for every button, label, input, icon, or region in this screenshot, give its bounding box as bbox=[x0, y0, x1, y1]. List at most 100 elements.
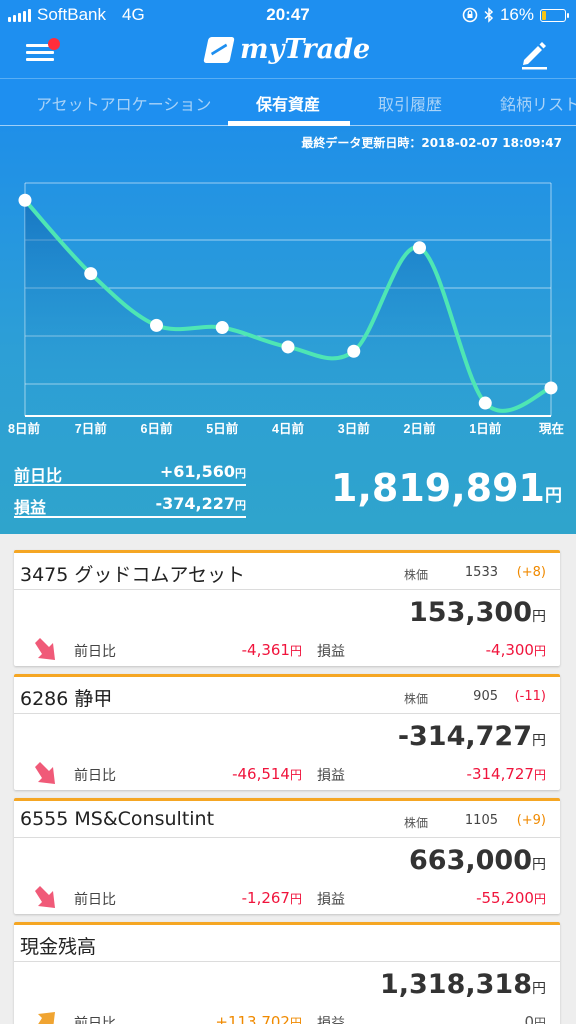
cash-balance-card[interactable]: 現金残高 1,318,318円 前日比 +113,702円 損益 0円 bbox=[14, 922, 560, 1024]
day-change-wrap: -1,267円 bbox=[242, 889, 302, 907]
profit-label: 損益 bbox=[317, 1016, 345, 1024]
stock-price: 905 bbox=[473, 689, 498, 704]
portfolio-chart-panel: 最終データ更新日時：2018-02-07 18:09:47 8日前 7日前 6日前 5… bbox=[0, 126, 576, 534]
day-change-label: 前日比 bbox=[74, 644, 116, 660]
price-label: 株価 bbox=[404, 692, 429, 706]
battery-level bbox=[542, 10, 546, 20]
chart-point[interactable] bbox=[413, 241, 426, 255]
down-arrow-icon bbox=[35, 762, 55, 784]
profit-label: 損益 bbox=[317, 768, 345, 784]
tab-asset-allocation[interactable]: アセットアロケーション bbox=[36, 91, 211, 115]
holding-value: 1,318,318 bbox=[379, 969, 532, 1000]
card-divider bbox=[14, 589, 560, 590]
asset-line-chart: 8日前 7日前 6日前 5日前 4日前 3日前 2日前 1日前 現在 bbox=[8, 182, 564, 436]
summary-block: 前日比 +61,560円 損益 -374,227円 bbox=[14, 458, 246, 518]
holding-value: 153,300 bbox=[409, 597, 532, 628]
holding-card[interactable]: 6555 MS&Consultint 株価 1105 (+9) 663,000円… bbox=[14, 798, 560, 914]
yen-unit: 円 bbox=[533, 892, 546, 906]
yen-unit: 円 bbox=[532, 609, 546, 625]
card-divider bbox=[14, 961, 560, 962]
day-change-wrap: +113,702円 bbox=[215, 1013, 302, 1024]
yen-unit: 円 bbox=[289, 892, 302, 906]
profit-row: 損益 -374,227円 bbox=[14, 490, 246, 518]
day-change-label: 前日比 bbox=[74, 768, 116, 784]
day-change-value: -1,267 bbox=[241, 889, 290, 907]
yen-unit: 円 bbox=[533, 644, 546, 658]
tab-holdings[interactable]: 保有資産 bbox=[256, 91, 320, 115]
holdings-list: 3475 グッドコムアセット 株価 1533 (+8) 153,300円 前日比… bbox=[0, 534, 576, 1024]
chart-point[interactable] bbox=[544, 381, 558, 395]
holding-name: 6286 静甲 bbox=[20, 688, 113, 710]
status-bar: SoftBank 4G 20:47 16% bbox=[0, 0, 576, 30]
yen-unit: 円 bbox=[532, 733, 546, 749]
day-change-value: -46,514 bbox=[232, 765, 290, 783]
price-change: (-11) bbox=[514, 689, 546, 704]
x-tick-label: 3日前 bbox=[338, 421, 370, 436]
x-tick-label: 2日前 bbox=[404, 421, 436, 436]
price-change: (+8) bbox=[516, 565, 546, 580]
menu-icon-line bbox=[26, 51, 54, 54]
app-title: myTrade bbox=[240, 34, 371, 65]
app-header: myTrade bbox=[0, 30, 576, 78]
profit-value: 0 bbox=[524, 1013, 534, 1024]
price-label: 株価 bbox=[404, 816, 429, 830]
yen-unit: 円 bbox=[545, 486, 562, 506]
profit-value: -55,200 bbox=[476, 889, 534, 907]
chart-point[interactable] bbox=[478, 396, 492, 410]
profit-wrap: -4,300円 bbox=[486, 641, 546, 659]
pencil-icon bbox=[522, 42, 547, 70]
day-change-value-wrap: +61,560円 bbox=[160, 462, 246, 481]
profit-wrap: -55,200円 bbox=[476, 889, 546, 907]
holding-value-wrap: 663,000円 bbox=[409, 845, 546, 876]
tab-bar: アセットアロケーション 保有資産 取引履歴 銘柄リスト bbox=[0, 78, 576, 126]
holding-value: -314,727 bbox=[397, 721, 532, 752]
tab-trade-history[interactable]: 取引履歴 bbox=[378, 91, 442, 115]
down-arrow-icon bbox=[35, 886, 55, 908]
day-change-wrap: -4,361円 bbox=[242, 641, 302, 659]
chart-point[interactable] bbox=[18, 193, 32, 207]
x-tick-label: 5日前 bbox=[206, 421, 238, 436]
holding-name: 3475 グッドコムアセット bbox=[20, 564, 246, 586]
holding-value-wrap: 153,300円 bbox=[409, 597, 546, 628]
day-change-label: 前日比 bbox=[74, 1016, 116, 1024]
edit-button[interactable] bbox=[518, 38, 550, 70]
stock-price: 1533 bbox=[464, 565, 498, 580]
bluetooth-icon bbox=[484, 7, 494, 23]
down-arrow-icon bbox=[35, 638, 55, 660]
day-change-wrap: -46,514円 bbox=[232, 765, 302, 783]
chart-point[interactable] bbox=[347, 344, 361, 358]
x-tick-label: 8日前 bbox=[8, 421, 40, 436]
day-change-label: 前日比 bbox=[74, 892, 116, 908]
yen-unit: 円 bbox=[289, 768, 302, 782]
holding-card[interactable]: 6286 静甲 株価 905 (-11) -314,727円 前日比 -46,5… bbox=[14, 674, 560, 790]
x-tick-label: 現在 bbox=[539, 421, 564, 436]
price-label: 株価 bbox=[404, 568, 429, 582]
holding-card[interactable]: 3475 グッドコムアセット 株価 1533 (+8) 153,300円 前日比… bbox=[14, 550, 560, 666]
app-logo: myTrade bbox=[203, 34, 371, 65]
day-change-row: 前日比 +61,560円 bbox=[14, 458, 246, 486]
rotation-lock-icon bbox=[462, 7, 478, 23]
price-change: (+9) bbox=[516, 813, 546, 828]
chart-x-labels: 8日前 7日前 6日前 5日前 4日前 3日前 2日前 1日前 現在 bbox=[8, 421, 564, 436]
chart-point[interactable] bbox=[150, 318, 163, 332]
tab-stock-list[interactable]: 銘柄リスト bbox=[500, 91, 576, 115]
profit-value: -314,727 bbox=[466, 765, 534, 783]
profit-value: -4,300 bbox=[485, 641, 534, 659]
yen-unit: 円 bbox=[533, 768, 546, 782]
total-assets: 1,819,891円 bbox=[331, 466, 562, 510]
card-divider bbox=[14, 837, 560, 838]
yen-unit: 円 bbox=[235, 499, 246, 512]
profit-value: -374,227 bbox=[155, 494, 235, 513]
menu-icon-line bbox=[26, 58, 54, 61]
menu-button[interactable] bbox=[26, 38, 60, 68]
total-assets-value: 1,819,891 bbox=[331, 466, 545, 510]
profit-value-wrap: -374,227円 bbox=[155, 494, 246, 513]
day-change-value: +61,560 bbox=[159, 462, 235, 481]
day-change-value: -4,361 bbox=[241, 641, 290, 659]
chart-point[interactable] bbox=[84, 267, 98, 281]
profit-wrap: -314,727円 bbox=[467, 765, 546, 783]
card-divider bbox=[14, 713, 560, 714]
chart-point[interactable] bbox=[215, 321, 229, 335]
chart-point[interactable] bbox=[281, 340, 295, 354]
stock-price: 1105 bbox=[464, 813, 498, 828]
